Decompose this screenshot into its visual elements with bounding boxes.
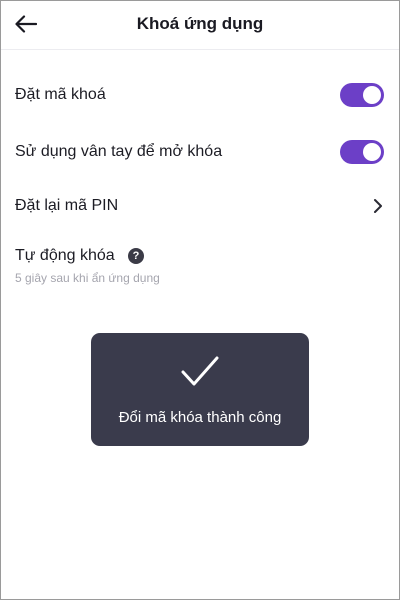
toast-message: Đổi mã khóa thành công <box>118 409 282 426</box>
app-header: Khoá ứng dụng <box>0 0 400 50</box>
fingerprint-unlock-label: Sử dụng vân tay để mở khóa <box>15 143 223 160</box>
set-lock-code-toggle[interactable] <box>340 83 384 107</box>
checkmark-icon <box>181 356 219 386</box>
reset-pin-row[interactable]: Đặt lại mã PIN <box>0 180 400 232</box>
auto-lock-row[interactable]: Tự động khóa ? 5 giây sau khi ẩn ứng dụn… <box>0 238 400 288</box>
help-icon[interactable]: ? <box>128 248 144 264</box>
chevron-right-icon <box>374 199 382 213</box>
success-toast: Đổi mã khóa thành công <box>91 333 309 446</box>
reset-pin-label: Đặt lại mã PIN <box>15 197 119 214</box>
toggle-knob <box>363 143 381 161</box>
set-lock-code-row[interactable]: Đặt mã khoá <box>0 70 400 122</box>
toggle-knob <box>363 86 381 104</box>
auto-lock-subtitle: 5 giây sau khi ẩn ứng dụng <box>15 271 160 285</box>
fingerprint-unlock-row[interactable]: Sử dụng vân tay để mở khóa <box>0 126 400 178</box>
fingerprint-unlock-toggle[interactable] <box>340 140 384 164</box>
set-lock-code-label: Đặt mã khoá <box>15 86 106 103</box>
auto-lock-label: Tự động khóa <box>15 247 115 264</box>
page-title: Khoá ứng dụng <box>136 14 264 33</box>
